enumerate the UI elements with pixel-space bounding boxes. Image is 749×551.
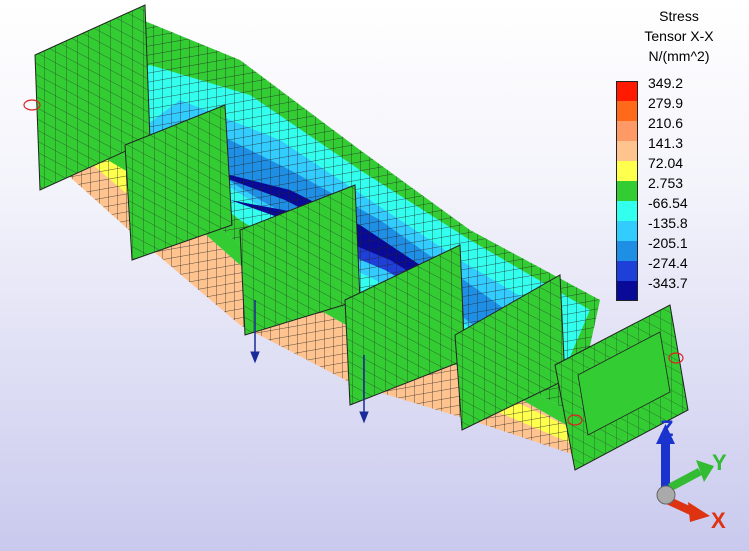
z-axis-label: Z — [660, 416, 673, 441]
legend-swatch — [616, 221, 638, 241]
legend-swatch — [616, 141, 638, 161]
legend-swatch — [616, 161, 638, 181]
y-axis-label: Y — [712, 450, 727, 475]
legend-label: -274.4 — [648, 255, 688, 271]
legend-label: -205.1 — [648, 235, 688, 251]
legend-swatch — [616, 81, 638, 101]
legend-title-line-1: Stress — [659, 8, 699, 24]
legend-swatch — [616, 281, 638, 301]
legend-title-line-3: N/(mm^2) — [648, 48, 710, 64]
legend-label: 349.2 — [648, 75, 684, 91]
legend-label: 279.9 — [648, 95, 684, 111]
legend-swatch — [616, 241, 638, 261]
beam-model — [23, 4, 689, 471]
legend-label: -343.7 — [648, 275, 688, 291]
legend-swatch — [616, 201, 638, 221]
legend-title: Stress Tensor X-X N/(mm^2) — [620, 6, 738, 66]
z-axis-shaft — [661, 440, 670, 488]
y-axis-shaft — [668, 468, 702, 491]
legend-label: 141.3 — [648, 135, 684, 151]
legend-label: -66.54 — [648, 195, 688, 211]
legend-title-line-2: Tensor X-X — [644, 28, 714, 44]
legend-swatch — [616, 121, 638, 141]
stiffeners — [34, 4, 566, 431]
legend-swatch — [616, 181, 638, 201]
legend-swatch — [616, 261, 638, 281]
legend-label: 72.04 — [648, 155, 684, 171]
triad-origin — [656, 485, 676, 505]
x-axis-label: X — [711, 508, 726, 533]
axis-triad: Z Y X — [656, 416, 727, 533]
legend-label: -135.8 — [648, 215, 688, 231]
x-axis-head — [688, 502, 710, 522]
legend-label: 210.6 — [648, 115, 684, 131]
legend-label: 2.753 — [648, 175, 684, 191]
legend-swatch — [616, 101, 638, 121]
